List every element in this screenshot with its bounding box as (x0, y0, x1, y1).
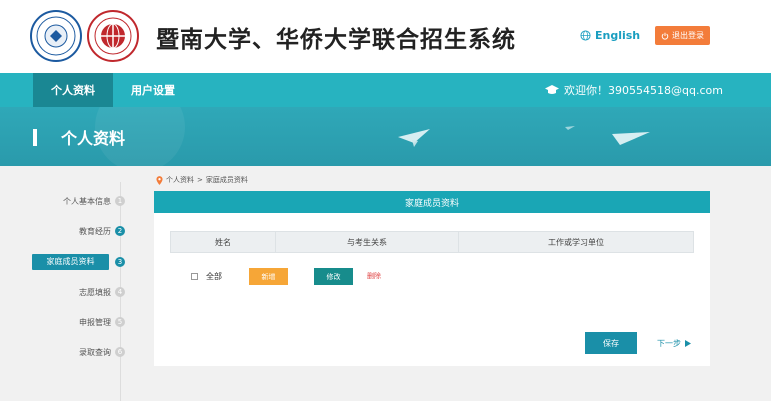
select-all-checkbox[interactable] (191, 273, 198, 280)
sidebar-item-basic-info[interactable]: 个人基本信息 1 (28, 192, 138, 210)
panel-title: 家庭成员资料 (154, 191, 710, 213)
sidebar-item-label: 申报管理 (79, 317, 111, 327)
site-title: 暨南大学、华侨大学联合招生系统 (156, 27, 516, 53)
next-step-button[interactable]: 下一步 (657, 338, 691, 349)
sidebar-item-submission[interactable]: 申报管理 5 (28, 313, 138, 331)
column-header-workplace: 工作或学习单位 (548, 237, 604, 247)
add-button[interactable]: 新增 (249, 268, 288, 285)
step-number: 1 (115, 196, 125, 206)
jinan-university-logo (30, 10, 82, 62)
step-number: 4 (115, 287, 125, 297)
delete-button[interactable]: 删除 (367, 271, 381, 281)
tab-user-settings[interactable]: 用户设置 (118, 73, 188, 107)
location-pin-icon (156, 175, 163, 185)
sidebar-item-application[interactable]: 志愿填报 4 (28, 283, 138, 301)
table-actions: 全部 新增 修改 删除 (154, 267, 710, 287)
column-header-relation: 与考生关系 (276, 232, 459, 252)
column-header-name: 姓名 (171, 232, 276, 252)
header: 暨南大学、华侨大学联合招生系统 English 退出登录 (0, 0, 771, 73)
sidebar-item-family[interactable]: 家庭成员资料 3 (28, 253, 138, 271)
step-number: 5 (115, 317, 125, 327)
next-step-label: 下一步 (657, 339, 681, 348)
family-members-panel: 家庭成员资料 姓名 与考生关系 工作或学习单位 全部 新增 修改 删除 保存 下… (154, 191, 710, 366)
sidebar-item-label: 个人基本信息 (63, 196, 111, 206)
page-banner: 个人资料 (0, 107, 771, 166)
huaqiao-university-logo (87, 10, 139, 62)
globe-icon (580, 30, 591, 41)
power-icon (661, 32, 669, 40)
select-all-label: 全部 (206, 272, 222, 281)
step-number: 2 (115, 226, 125, 236)
language-label: English (595, 29, 641, 42)
breadcrumb-separator: > (197, 176, 203, 184)
sidebar-item-label: 志愿填报 (79, 287, 111, 297)
breadcrumb: 个人资料 > 家庭成员资料 (156, 175, 248, 185)
banner-title: 个人资料 (61, 129, 126, 148)
logout-button[interactable]: 退出登录 (655, 26, 710, 45)
breadcrumb-item[interactable]: 个人资料 (166, 175, 194, 185)
welcome-text: 欢迎你！390554518@qq.com (564, 84, 723, 97)
family-members-table-header: 姓名 与考生关系 工作或学习单位 (170, 231, 694, 253)
sidebar-item-label: 家庭成员资料 (32, 254, 109, 270)
graduation-cap-icon (545, 85, 559, 94)
banner-accent-bar (33, 129, 37, 146)
edit-button[interactable]: 修改 (314, 268, 353, 285)
step-number: 6 (115, 347, 125, 357)
logout-label: 退出登录 (672, 31, 704, 40)
step-number: 3 (115, 257, 125, 267)
sidebar-item-admission[interactable]: 录取查询 6 (28, 343, 138, 361)
tab-personal-info[interactable]: 个人资料 (33, 73, 113, 107)
language-switch[interactable]: English (580, 29, 640, 42)
main-nav: 个人资料 用户设置 欢迎你！390554518@qq.com (0, 73, 771, 107)
save-button[interactable]: 保存 (585, 332, 637, 354)
sidebar-item-label: 录取查询 (79, 347, 111, 357)
breadcrumb-current: 家庭成员资料 (205, 176, 248, 184)
play-arrow-icon (685, 340, 691, 347)
sidebar-item-label: 教育经历 (79, 226, 111, 236)
sidebar-item-education[interactable]: 教育经历 2 (28, 222, 138, 240)
welcome-message: 欢迎你！390554518@qq.com (545, 73, 723, 107)
